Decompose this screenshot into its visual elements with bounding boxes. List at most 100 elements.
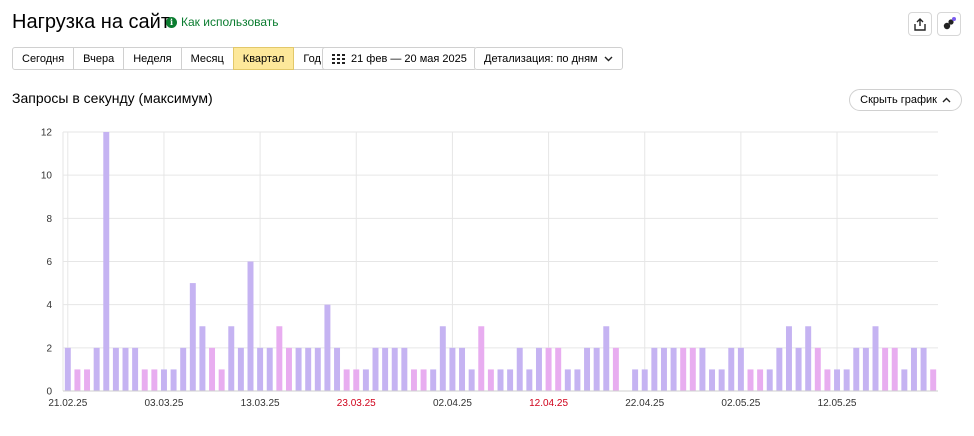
- period-button[interactable]: Вчера: [73, 47, 125, 70]
- hide-chart-button[interactable]: Скрыть график: [849, 89, 962, 111]
- period-button[interactable]: Месяц: [180, 47, 234, 70]
- chart-bar[interactable]: [564, 369, 571, 391]
- chart-bar[interactable]: [218, 369, 225, 391]
- chart-bar[interactable]: [266, 347, 273, 391]
- chart-bar[interactable]: [112, 347, 119, 391]
- chart-bar[interactable]: [776, 347, 783, 391]
- chart-bar[interactable]: [805, 326, 812, 391]
- help-link[interactable]: i Как использовать: [166, 15, 279, 29]
- period-button[interactable]: Квартал: [232, 47, 295, 70]
- chart-bar[interactable]: [545, 347, 552, 391]
- chart-bar[interactable]: [872, 326, 879, 391]
- chart-bar[interactable]: [420, 369, 427, 391]
- chart-bar[interactable]: [757, 369, 764, 391]
- chart-bar[interactable]: [410, 369, 417, 391]
- chart-bar[interactable]: [189, 283, 196, 391]
- chart-bar[interactable]: [843, 369, 850, 391]
- chart-bar[interactable]: [439, 326, 446, 391]
- chart-bar[interactable]: [151, 369, 158, 391]
- chart-bar[interactable]: [122, 347, 129, 391]
- chart-bar[interactable]: [180, 347, 187, 391]
- chart-bar[interactable]: [785, 326, 792, 391]
- chart-bar[interactable]: [612, 347, 619, 391]
- chart-bar[interactable]: [430, 369, 437, 391]
- chart-bar[interactable]: [353, 369, 360, 391]
- chart-bar[interactable]: [795, 347, 802, 391]
- assistant-button[interactable]: [937, 12, 961, 36]
- chart-bar[interactable]: [718, 369, 725, 391]
- chart-bar[interactable]: [295, 347, 302, 391]
- chart-bar[interactable]: [737, 347, 744, 391]
- chart-bar[interactable]: [910, 347, 917, 391]
- chart-bar[interactable]: [247, 261, 254, 392]
- chart-bar[interactable]: [834, 369, 841, 391]
- chart-bar[interactable]: [747, 369, 754, 391]
- chart-bar[interactable]: [901, 369, 908, 391]
- chart-bar[interactable]: [862, 347, 869, 391]
- chart-bar[interactable]: [84, 369, 91, 391]
- chart-bar[interactable]: [814, 347, 821, 391]
- chart-bar[interactable]: [199, 326, 206, 391]
- chart-bar[interactable]: [160, 369, 167, 391]
- chart-bar[interactable]: [709, 369, 716, 391]
- chart-bar[interactable]: [699, 347, 706, 391]
- period-button[interactable]: Сегодня: [12, 47, 75, 70]
- chart-bar[interactable]: [478, 326, 485, 391]
- chart-bar[interactable]: [728, 347, 735, 391]
- chart-bar[interactable]: [334, 347, 341, 391]
- chart-bar[interactable]: [324, 304, 331, 391]
- date-range-picker[interactable]: 21 фев — 20 мая 2025: [322, 47, 477, 70]
- chart-bar[interactable]: [593, 347, 600, 391]
- chart-bar[interactable]: [766, 369, 773, 391]
- chart-bar[interactable]: [487, 369, 494, 391]
- chart-bar[interactable]: [362, 369, 369, 391]
- chart-bar[interactable]: [891, 347, 898, 391]
- chart-bar[interactable]: [584, 347, 591, 391]
- chart-bar[interactable]: [382, 347, 389, 391]
- chart-bar[interactable]: [853, 347, 860, 391]
- chart-bar[interactable]: [824, 369, 831, 391]
- chart-bar[interactable]: [670, 347, 677, 391]
- chart-bar[interactable]: [535, 347, 542, 391]
- chart-bar[interactable]: [680, 347, 687, 391]
- chart-bar[interactable]: [930, 369, 937, 391]
- chart-bar[interactable]: [468, 369, 475, 391]
- chart-bar[interactable]: [882, 347, 889, 391]
- chart-bar[interactable]: [343, 369, 350, 391]
- chart-bar[interactable]: [237, 347, 244, 391]
- detail-dropdown[interactable]: Детализация: по дням: [474, 47, 623, 70]
- chart-bar[interactable]: [526, 369, 533, 391]
- chart-bar[interactable]: [632, 369, 639, 391]
- chart-bar[interactable]: [228, 326, 235, 391]
- chart-bar[interactable]: [93, 347, 100, 391]
- chart-bar[interactable]: [449, 347, 456, 391]
- chart-bar[interactable]: [209, 347, 216, 391]
- chart-bar[interactable]: [314, 347, 321, 391]
- chart-bar[interactable]: [372, 347, 379, 391]
- chart-bar[interactable]: [660, 347, 667, 391]
- chart-bar[interactable]: [459, 347, 466, 391]
- chart-bar[interactable]: [555, 347, 562, 391]
- chart-bar[interactable]: [305, 347, 312, 391]
- chart-bar[interactable]: [74, 369, 81, 391]
- chart-bar[interactable]: [497, 369, 504, 391]
- chart-bar[interactable]: [103, 132, 110, 391]
- chart-bar[interactable]: [507, 369, 514, 391]
- chart-bar[interactable]: [689, 347, 696, 391]
- chart-bar[interactable]: [276, 326, 283, 391]
- chart-bar[interactable]: [401, 347, 408, 391]
- chart-bar[interactable]: [132, 347, 139, 391]
- chart-bar[interactable]: [170, 369, 177, 391]
- chart-bar[interactable]: [257, 347, 264, 391]
- chart-bar[interactable]: [641, 369, 648, 391]
- chart-bar[interactable]: [391, 347, 398, 391]
- chart-bar[interactable]: [574, 369, 581, 391]
- chart-bar[interactable]: [141, 369, 148, 391]
- export-button[interactable]: [908, 12, 932, 36]
- chart-bar[interactable]: [920, 347, 927, 391]
- chart-bar[interactable]: [603, 326, 610, 391]
- chart-bar[interactable]: [651, 347, 658, 391]
- period-button[interactable]: Неделя: [123, 47, 182, 70]
- chart-bar[interactable]: [64, 347, 71, 391]
- chart-bar[interactable]: [516, 347, 523, 391]
